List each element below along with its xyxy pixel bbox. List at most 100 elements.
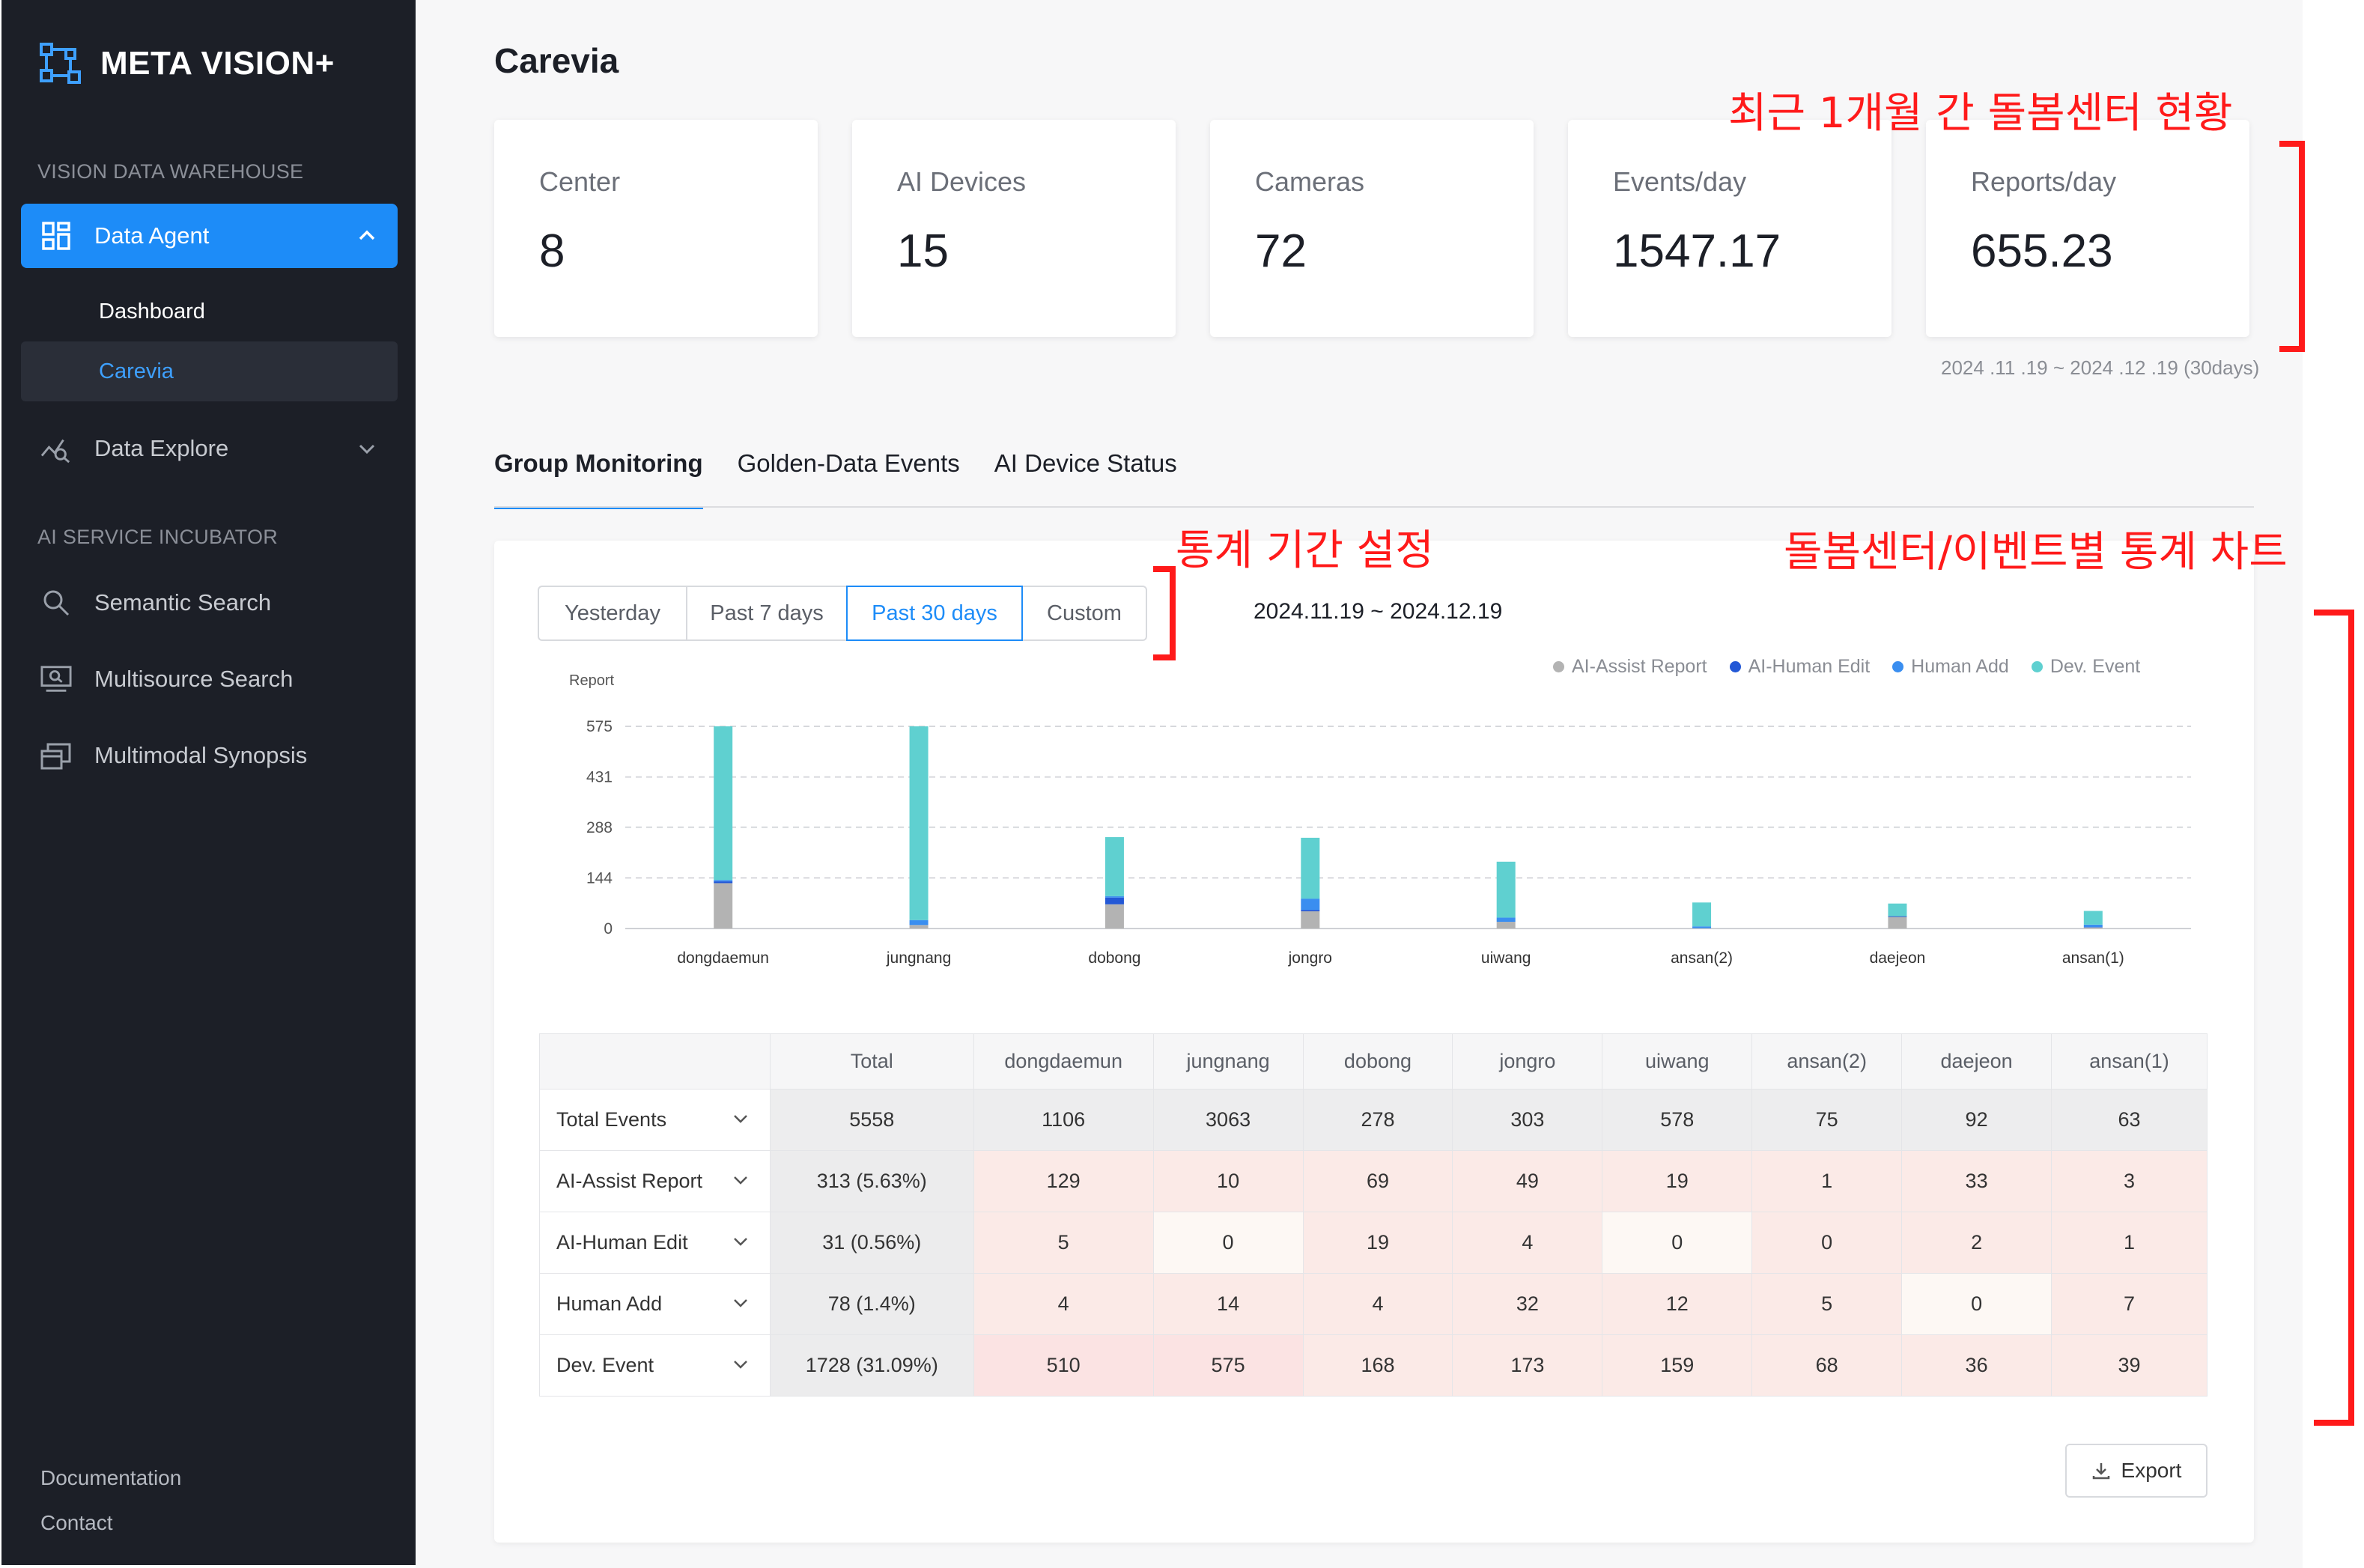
row-label-ai-human-edit[interactable]: AI-Human Edit (539, 1212, 771, 1274)
x-tick-label: dobong (1088, 949, 1140, 967)
nav-semantic-search-label: Semantic Search (94, 589, 272, 616)
table-cell: 578 (1602, 1089, 1753, 1151)
bar-segment (1104, 904, 1124, 929)
table-cell: 36 (1901, 1334, 2052, 1397)
range-30days-button[interactable]: Past 30 days (846, 586, 1023, 641)
nav-carevia[interactable]: Carevia (21, 341, 398, 401)
row-label-text: AI-Human Edit (556, 1231, 688, 1254)
cell-total: 313 (5.63%) (769, 1150, 974, 1212)
stat-value: 655.23 (1971, 225, 2113, 277)
table-cell: 173 (1452, 1334, 1603, 1397)
bar-segment (2083, 911, 2103, 925)
stat-value: 72 (1255, 225, 1307, 277)
table-cell: 575 (1152, 1334, 1304, 1397)
x-tick-label: ansan(1) (2062, 949, 2124, 967)
table-cell: 1106 (973, 1089, 1154, 1151)
stat-card-cameras: Cameras 72 (1210, 120, 1534, 337)
stat-card-events-day: Events/day 1547.17 (1568, 120, 1891, 337)
column-header: uiwang (1602, 1033, 1753, 1090)
y-tick-label: 0 (604, 920, 613, 938)
table-cell: 303 (1452, 1089, 1603, 1151)
chevron-down-icon (733, 1176, 747, 1185)
row-label-dev-event[interactable]: Dev. Event (539, 1334, 771, 1397)
table-cell: 19 (1602, 1150, 1753, 1212)
export-button[interactable]: Export (2065, 1444, 2207, 1498)
row-label-text: Human Add (556, 1292, 663, 1315)
bar-segment (1104, 897, 1124, 905)
bar-segment (714, 883, 733, 929)
download-icon (2092, 1463, 2109, 1480)
range-custom-button[interactable]: Custom (1021, 586, 1147, 641)
date-range: 2024.11.19 ~ 2024.12.19 (1254, 599, 1503, 624)
tab-group-monitoring[interactable]: Group Monitoring (494, 449, 703, 509)
bar-segment (2083, 927, 2103, 929)
table-cell: 0 (1602, 1212, 1753, 1274)
stat-card-reports-day: Reports/day 655.23 (1926, 120, 2249, 337)
bar-segment (1692, 926, 1712, 929)
stats-table: Total dongdaemun jungnang dobong jongro … (539, 1033, 2207, 1397)
nav-multimodal-synopsis[interactable]: Multimodal Synopsis (21, 723, 398, 788)
bar-segment (2083, 924, 2103, 928)
y-tick-label: 288 (586, 819, 613, 836)
nav-data-explore[interactable]: Data Explore (21, 416, 398, 481)
table-cell: 5 (973, 1212, 1154, 1274)
bar-segment (909, 925, 929, 929)
range-yesterday-button[interactable]: Yesterday (538, 586, 687, 641)
chevron-up-icon (359, 230, 375, 240)
documentation-link[interactable]: Documentation (40, 1466, 181, 1490)
range-7days-button[interactable]: Past 7 days (686, 586, 848, 641)
row-label-ai-assist-report[interactable]: AI-Assist Report (539, 1150, 771, 1212)
column-header: jongro (1452, 1033, 1603, 1090)
bar-segment (1301, 911, 1320, 929)
x-tick-label: ansan(2) (1671, 949, 1733, 967)
nav-data-agent-label: Data Agent (94, 222, 210, 249)
cell-total: 31 (0.56%) (769, 1212, 974, 1274)
stat-label: Events/day (1613, 166, 1747, 197)
export-label: Export (2121, 1459, 2182, 1482)
table-cell: 4 (973, 1273, 1154, 1335)
row-label-total-events[interactable]: Total Events (539, 1089, 771, 1151)
nav-multisource-search[interactable]: Multisource Search (21, 647, 398, 711)
annotation-chart: 돌봄센터/이벤트별 통계 차트 (1784, 528, 2288, 577)
bar-segment (1496, 917, 1516, 923)
bar-segment (1301, 837, 1320, 899)
table-cell: 0 (1751, 1212, 1903, 1274)
tabs-divider (494, 506, 2254, 508)
annotation-bracket-chart (2314, 610, 2354, 1426)
tab-golden-data-events[interactable]: Golden-Data Events (738, 449, 960, 509)
tab-bar: Group Monitoring Golden-Data Events AI D… (494, 449, 1212, 509)
sidebar: META VISION+ VISION DATA WAREHOUSE Data … (1, 0, 416, 1565)
table-cell: 510 (973, 1334, 1154, 1397)
chevron-down-icon (359, 444, 375, 455)
brand-logo[interactable]: META VISION+ (39, 42, 335, 85)
column-header: ansan(2) (1751, 1033, 1903, 1090)
cell-total: 78 (1.4%) (769, 1273, 974, 1335)
table-row: Total Events 5558 1106 3063 278 303 578 … (539, 1089, 2207, 1151)
annotation-bracket-period (1153, 566, 1176, 660)
row-label-human-add[interactable]: Human Add (539, 1273, 771, 1335)
bar-segment (909, 726, 929, 920)
stat-card-center: Center 8 (494, 120, 818, 337)
bar-segment (714, 881, 733, 884)
logo-icon (40, 43, 81, 84)
tab-ai-device-status[interactable]: AI Device Status (994, 449, 1177, 509)
table-cell: 3 (2051, 1150, 2207, 1212)
table-cell: 5 (1751, 1273, 1903, 1335)
nav-data-agent[interactable]: Data Agent (21, 204, 398, 268)
stat-value: 8 (539, 225, 565, 277)
annotation-status: 최근 1개월 간 돌봄센터 현황 (1728, 89, 2233, 138)
y-tick-label: 144 (586, 869, 613, 887)
section-label-warehouse: VISION DATA WAREHOUSE (37, 160, 304, 183)
table-cell: 129 (973, 1150, 1154, 1212)
nav-dashboard[interactable]: Dashboard (21, 282, 398, 341)
table-cell: 3063 (1152, 1089, 1304, 1151)
table-cell: 4 (1452, 1212, 1603, 1274)
bar-segment (1496, 861, 1516, 918)
contact-link[interactable]: Contact (40, 1511, 113, 1535)
nav-semantic-search[interactable]: Semantic Search (21, 571, 398, 635)
y-tick-label: 575 (586, 718, 613, 735)
table-cell: 278 (1302, 1089, 1453, 1151)
stat-label: AI Devices (897, 166, 1027, 197)
bar-segment (1888, 903, 1907, 917)
analytics-icon (40, 433, 72, 464)
